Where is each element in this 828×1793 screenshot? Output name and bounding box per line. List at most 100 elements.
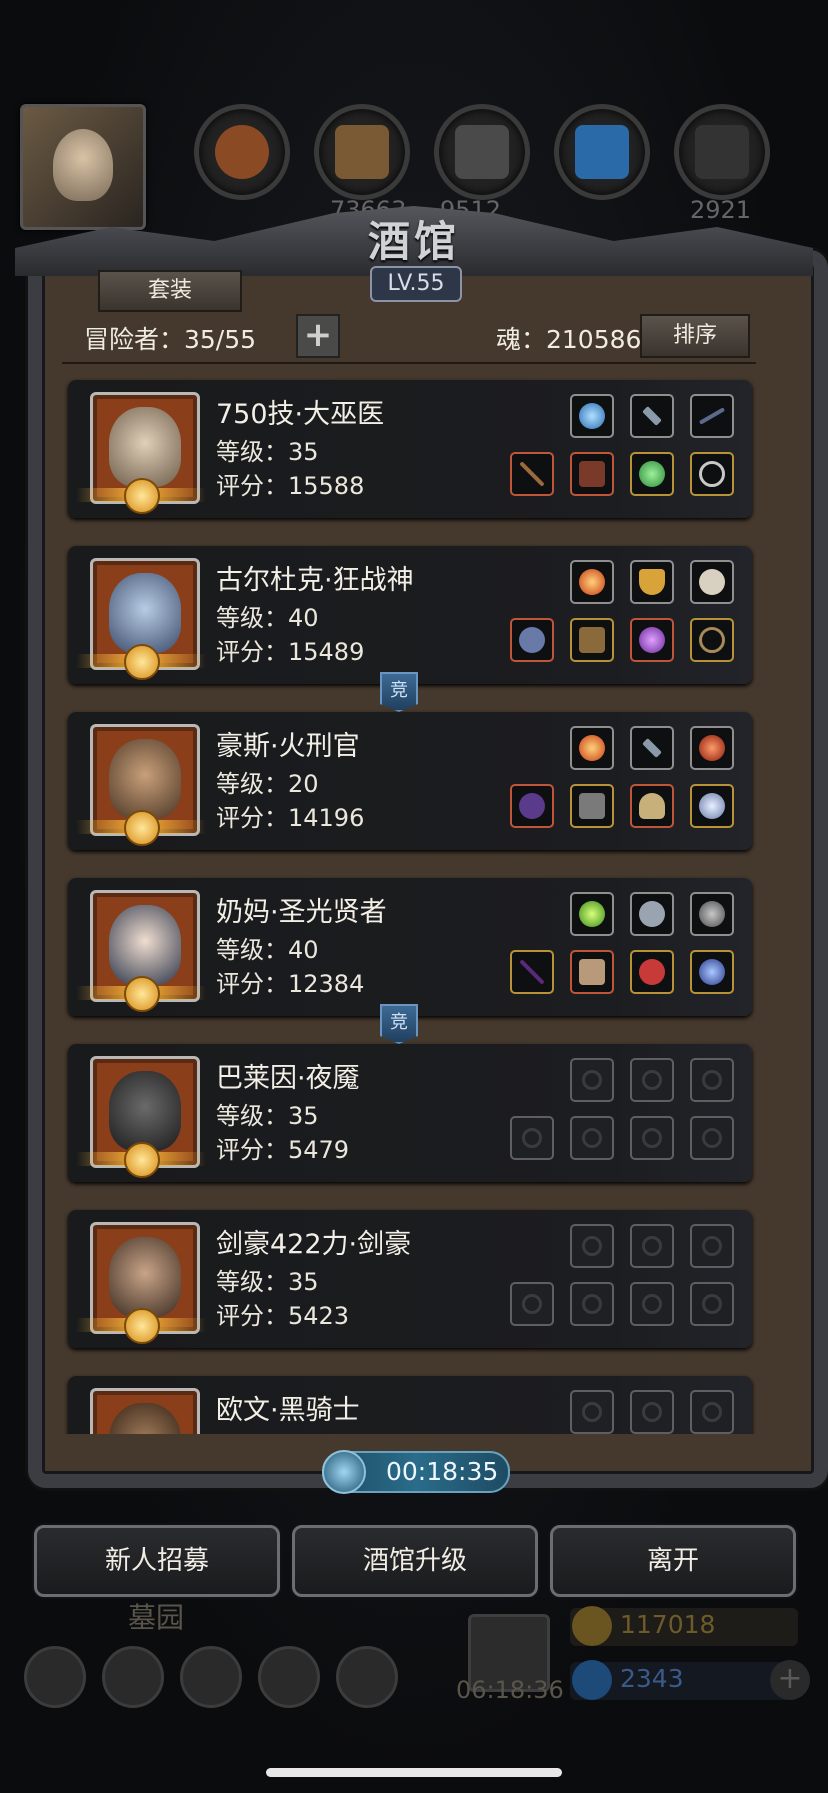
- wood-resource-icon[interactable]: [314, 104, 410, 200]
- arena-badge: 竞: [380, 1004, 418, 1044]
- skill-crest-icon[interactable]: [630, 892, 674, 936]
- skill-trophy-icon[interactable]: [630, 560, 674, 604]
- arena-badge: 竞: [380, 672, 418, 712]
- armor-plate-icon[interactable]: [570, 784, 614, 828]
- helmet-icon[interactable]: [630, 784, 674, 828]
- accessory-gem-icon[interactable]: [630, 452, 674, 496]
- empty-armor-slot[interactable]: [570, 1116, 614, 1160]
- empty-skill-slot[interactable]: [690, 1390, 734, 1434]
- equipment-set-button[interactable]: 套装: [98, 270, 242, 312]
- empty-skill-slot[interactable]: [570, 1390, 614, 1434]
- armor-robe-icon[interactable]: [570, 950, 614, 994]
- accessory-heart-icon[interactable]: [630, 950, 674, 994]
- ring-icon[interactable]: [690, 618, 734, 662]
- ring-icon[interactable]: [690, 452, 734, 496]
- empty-ring-slot[interactable]: [630, 1282, 674, 1326]
- weapon-staff-icon[interactable]: [510, 452, 554, 496]
- mail-icon[interactable]: [258, 1646, 320, 1708]
- star-gem-icon: [76, 1308, 206, 1344]
- diamond-icon: [572, 1660, 612, 1700]
- skill-fire-icon[interactable]: [570, 726, 614, 770]
- menu-icon[interactable]: [102, 1646, 164, 1708]
- recruit-button[interactable]: 新人招募: [34, 1525, 280, 1597]
- star-gem-icon: [76, 478, 206, 514]
- hero-score: 评分：12384: [216, 970, 365, 998]
- adventurer-count: 冒险者：35/55: [84, 325, 257, 354]
- hero-list[interactable]: 750技·大巫医 等级：35 评分：15588 古尔杜克·狂战神 等级：40 评…: [62, 370, 756, 1434]
- home-indicator[interactable]: [266, 1768, 562, 1777]
- hero-name: 剑豪422力·剑豪: [216, 1229, 412, 1260]
- add-slot-button[interactable]: +: [296, 314, 340, 358]
- hero-name: 巴莱因·夜魇: [216, 1063, 360, 1094]
- empty-skill-slot[interactable]: [570, 1058, 614, 1102]
- hero-score: 评分：5479: [216, 1136, 350, 1164]
- panel-title: 酒馆: [367, 217, 460, 266]
- skill-500-icon[interactable]: [690, 892, 734, 936]
- hero-name: 古尔杜克·狂战神: [216, 565, 414, 596]
- weapon-axe-icon[interactable]: [510, 618, 554, 662]
- hero-name: 750技·大巫医: [216, 399, 385, 430]
- skill-whip-icon[interactable]: [690, 394, 734, 438]
- empty-ring-slot[interactable]: [690, 1116, 734, 1160]
- accessory-orb-icon[interactable]: [630, 618, 674, 662]
- castle-icon[interactable]: [180, 1646, 242, 1708]
- hero-score: 评分：5423: [216, 1302, 350, 1330]
- hero-card[interactable]: 奶妈·圣光贤者 等级：40 评分：12384: [68, 878, 752, 1016]
- hero-portrait: [90, 1388, 200, 1434]
- meat-resource-icon[interactable]: [194, 104, 290, 200]
- skill-fire-icon[interactable]: [570, 560, 614, 604]
- armor-plate-icon[interactable]: [570, 618, 614, 662]
- empty-armor-slot[interactable]: [570, 1282, 614, 1326]
- hero-card[interactable]: 剑豪422力·剑豪 等级：35 评分：5423: [68, 1210, 752, 1348]
- settings-icon[interactable]: [24, 1646, 86, 1708]
- weapon-mace-icon[interactable]: [510, 784, 554, 828]
- empty-skill-slot[interactable]: [630, 1058, 674, 1102]
- diamond-amount: 2343: [620, 1664, 684, 1693]
- clock-icon: [322, 1450, 366, 1494]
- empty-ring-slot[interactable]: [690, 1282, 734, 1326]
- empty-skill-slot[interactable]: [630, 1224, 674, 1268]
- skill-blade-icon[interactable]: [630, 726, 674, 770]
- hero-card[interactable]: 750技·大巫医 等级：35 评分：15588: [68, 380, 752, 518]
- hero-level: 等级：35: [216, 438, 319, 466]
- gold-amount: 117018: [620, 1610, 716, 1639]
- star-gem-icon: [76, 644, 206, 680]
- hero-name: 欧文·黑骑士: [216, 1395, 360, 1426]
- skill-flame-orb-icon[interactable]: [690, 726, 734, 770]
- stone-resource-icon[interactable]: [434, 104, 530, 200]
- sort-button[interactable]: 排序: [640, 314, 750, 358]
- empty-skill-slot[interactable]: [630, 1390, 674, 1434]
- empty-skill-slot[interactable]: [570, 1224, 614, 1268]
- star-gem-icon: [76, 810, 206, 846]
- soul-count: 魂：210586: [496, 325, 642, 354]
- amulet-icon[interactable]: [690, 950, 734, 994]
- empty-ring-slot[interactable]: [630, 1116, 674, 1160]
- leave-button[interactable]: 离开: [550, 1525, 796, 1597]
- hero-card[interactable]: 欧文·黑骑士: [68, 1376, 752, 1434]
- armor-robe-icon[interactable]: [570, 452, 614, 496]
- hero-name: 豪斯·火刑官: [216, 731, 360, 762]
- skill-blade-icon[interactable]: [630, 394, 674, 438]
- hero-level: 等级：35: [216, 1102, 319, 1130]
- gold-icon: [572, 1606, 612, 1646]
- iron-resource-icon[interactable]: [674, 104, 770, 200]
- add-currency-button[interactable]: +: [770, 1660, 810, 1700]
- empty-skill-slot[interactable]: [690, 1058, 734, 1102]
- skill-green-flame-icon[interactable]: [570, 892, 614, 936]
- skill-orb-icon[interactable]: [570, 394, 614, 438]
- hero-card[interactable]: 古尔杜克·狂战神 等级：40 评分：15489: [68, 546, 752, 684]
- hero-card[interactable]: 豪斯·火刑官 等级：20 评分：14196: [68, 712, 752, 850]
- empty-weapon-slot[interactable]: [510, 1282, 554, 1326]
- empty-weapon-slot[interactable]: [510, 1116, 554, 1160]
- chest-icon[interactable]: [336, 1646, 398, 1708]
- crystal-resource-icon[interactable]: [554, 104, 650, 200]
- hero-card[interactable]: 巴莱因·夜魇 等级：35 评分：5479: [68, 1044, 752, 1182]
- weapon-staff-icon[interactable]: [510, 950, 554, 994]
- empty-skill-slot[interactable]: [690, 1224, 734, 1268]
- skill-skull-icon[interactable]: [690, 560, 734, 604]
- upgrade-tavern-button[interactable]: 酒馆升级: [292, 1525, 538, 1597]
- hero-score: 评分：14196: [216, 804, 365, 832]
- gift-timer: 06:18:36: [456, 1676, 564, 1704]
- divider: [62, 362, 756, 364]
- amulet-icon[interactable]: [690, 784, 734, 828]
